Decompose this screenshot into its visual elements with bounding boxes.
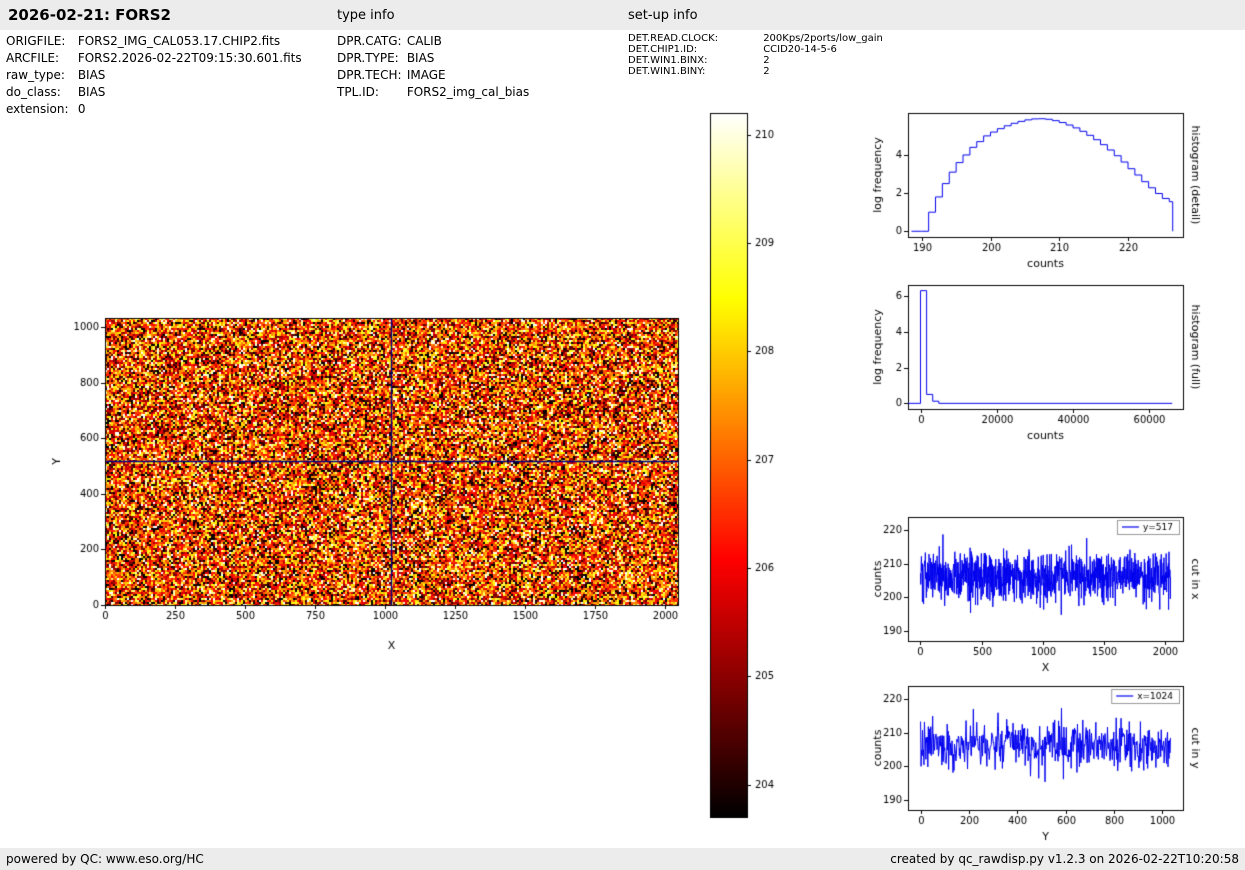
dpr-type-row: DPR.TYPE: BIAS — [337, 50, 529, 67]
arcfile-label: ARCFILE: — [6, 51, 60, 65]
file-info-block: ORIGFILE: FORS2_IMG_CAL053.17.CHIP2.fits… — [6, 33, 302, 118]
dpr-catg-row: DPR.CATG: CALIB — [337, 33, 529, 50]
dpr-type-value: BIAS — [406, 51, 435, 65]
dpr-type-label: DPR.TYPE: — [337, 51, 399, 65]
footer-credit-right: created by qc_rawdisp.py v1.2.3 on 2026-… — [890, 852, 1239, 866]
chip-id-label: DET.CHIP1.ID: — [628, 44, 698, 55]
histogram-detail-plot — [866, 100, 1226, 275]
extension-label: extension: — [6, 102, 69, 116]
type-info-block: DPR.CATG: CALIB DPR.TYPE: BIAS DPR.TECH:… — [337, 33, 529, 101]
origfile-label: ORIGFILE: — [6, 34, 66, 48]
binx-row: DET.WIN1.BINX: 2 — [628, 55, 883, 66]
extension-row: extension: 0 — [6, 101, 302, 118]
setup-info-block: DET.READ.CLOCK: 200Kps/2ports/low_gain D… — [628, 33, 883, 77]
header-bar: 2026-02-21: FORS2 type info set-up info — [0, 0, 1245, 30]
dpr-tech-label: DPR.TECH: — [337, 68, 402, 82]
type-info-heading: type info — [337, 8, 395, 23]
arcfile-row: ARCFILE: FORS2.2026-02-22T09:15:30.601.f… — [6, 50, 302, 67]
tpl-id-value: FORS2_img_cal_bias — [406, 85, 530, 99]
read-clock-row: DET.READ.CLOCK: 200Kps/2ports/low_gain — [628, 33, 883, 44]
read-clock-label: DET.READ.CLOCK: — [628, 33, 719, 44]
dpr-catg-value: CALIB — [406, 34, 442, 48]
cut-in-y-plot — [866, 673, 1226, 848]
setup-info-heading: set-up info — [628, 8, 698, 23]
raw-type-label: raw_type: — [6, 68, 65, 82]
footer-credit-left: powered by QC: www.eso.org/HC — [6, 852, 204, 866]
binx-value: 2 — [763, 55, 770, 66]
dpr-tech-value: IMAGE — [406, 68, 446, 82]
chip-id-value: CCID20-14-5-6 — [763, 44, 837, 55]
raw-type-value: BIAS — [77, 68, 106, 82]
tpl-id-label: TPL.ID: — [337, 85, 379, 99]
do-class-row: do_class: BIAS — [6, 84, 302, 101]
bias-image-plot — [40, 300, 700, 660]
binx-label: DET.WIN1.BINX: — [628, 55, 708, 66]
biny-value: 2 — [763, 66, 770, 77]
biny-row: DET.WIN1.BINY: 2 — [628, 66, 883, 77]
extension-value: 0 — [77, 102, 86, 116]
do-class-value: BIAS — [77, 85, 106, 99]
page-title: 2026-02-21: FORS2 — [8, 6, 171, 24]
qc-report-page: 2026-02-21: FORS2 type info set-up info … — [0, 0, 1245, 870]
raw-type-row: raw_type: BIAS — [6, 67, 302, 84]
footer-bar: powered by QC: www.eso.org/HC created by… — [0, 848, 1245, 870]
colorbar — [700, 105, 795, 825]
origfile-value: FORS2_IMG_CAL053.17.CHIP2.fits — [77, 34, 281, 48]
origfile-row: ORIGFILE: FORS2_IMG_CAL053.17.CHIP2.fits — [6, 33, 302, 50]
chip-id-row: DET.CHIP1.ID: CCID20-14-5-6 — [628, 44, 883, 55]
arcfile-value: FORS2.2026-02-22T09:15:30.601.fits — [77, 51, 302, 65]
biny-label: DET.WIN1.BINY: — [628, 66, 706, 77]
cut-in-x-plot — [866, 504, 1226, 679]
histogram-full-plot — [866, 272, 1226, 447]
dpr-tech-row: DPR.TECH: IMAGE — [337, 67, 529, 84]
read-clock-value: 200Kps/2ports/low_gain — [763, 33, 883, 44]
do-class-label: do_class: — [6, 85, 61, 99]
tpl-id-row: TPL.ID: FORS2_img_cal_bias — [337, 84, 529, 101]
dpr-catg-label: DPR.CATG: — [337, 34, 402, 48]
